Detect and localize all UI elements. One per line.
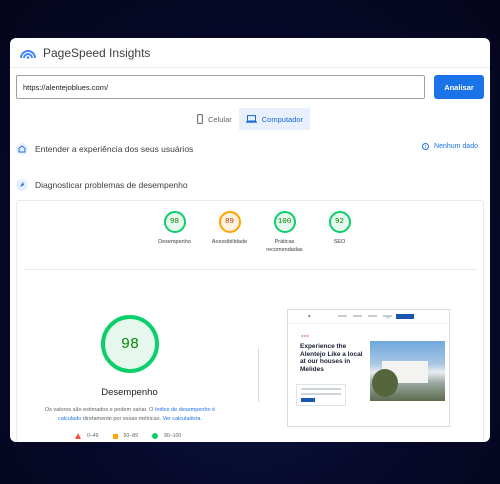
info-icon: i <box>422 143 430 150</box>
legend-range: 50–89 <box>123 433 138 439</box>
score-legend: 0–49 50–89 90–100 <box>75 433 195 439</box>
users-icon <box>16 143 28 155</box>
pagespeed-logo-icon <box>20 49 36 59</box>
top-bar: PageSpeed Insights <box>10 38 490 68</box>
phone-icon <box>197 114 203 124</box>
preview-links <box>338 315 392 317</box>
tab-mobile-label: Celular <box>208 114 232 124</box>
note-text: Os valores são estimados e podem variar.… <box>44 407 154 413</box>
experience-section: Entender a experiência dos seus usuários… <box>16 143 484 155</box>
url-form: https://alentejoblues.com/ Analisar <box>16 75 484 99</box>
laptop-icon <box>245 115 257 123</box>
note-text-middle: diretamente por essas métricas. <box>82 416 162 422</box>
no-data-link[interactable]: i Nenhum dado <box>422 143 478 150</box>
diagnose-section: Diagnosticar problemas de desempenho <box>16 179 484 191</box>
score-label: SEO <box>333 239 346 245</box>
page-screenshot-preview: ◆ ★★★ Experience the Alentejo Like a loc… <box>287 309 450 427</box>
performance-note: Os valores são estimados e podem variar.… <box>39 406 221 424</box>
score-gauge: 89 <box>218 211 241 233</box>
vertical-divider <box>258 347 259 402</box>
legend-range: 0–49 <box>87 433 99 439</box>
diagnose-title: Diagnosticar problemas de desempenho <box>35 180 188 190</box>
preview-nav: ◆ <box>288 310 449 324</box>
url-input[interactable]: https://alentejoblues.com/ <box>16 75 425 99</box>
score-label: Acessibilidade <box>211 239 248 245</box>
legend-poor: 0–49 <box>75 433 99 439</box>
score-seo[interactable]: 92 SEO <box>312 211 367 271</box>
tree-shape <box>372 369 398 397</box>
square-icon <box>112 433 118 439</box>
score-best-practices[interactable]: 100 Práticas recomendadas <box>257 211 312 271</box>
preview-logo-icon: ◆ <box>308 314 311 318</box>
tab-desktop-label: Computador <box>261 114 304 124</box>
legend-range: 90–100 <box>163 433 182 439</box>
experience-title: Entender a experiência dos seus usuários <box>35 144 194 154</box>
legend-good: 90–100 <box>151 433 182 439</box>
diagnose-panel: 98 Desempenho 89 Acessibilidade 100 Prát… <box>16 200 484 442</box>
no-data-label: Nenhum dado <box>434 143 478 150</box>
preview-flag-icon <box>386 315 390 318</box>
score-summary: 98 Desempenho 89 Acessibilidade 100 Prát… <box>147 211 367 271</box>
score-gauge: 100 <box>273 211 296 233</box>
device-tabs: Celular Computador <box>190 108 311 130</box>
diagnose-icon <box>16 179 28 191</box>
preview-cta <box>396 314 414 319</box>
tab-desktop[interactable]: Computador <box>238 108 311 130</box>
circle-icon <box>151 433 158 439</box>
score-label: Desempenho <box>158 239 191 245</box>
tab-mobile[interactable]: Celular <box>190 108 239 130</box>
calculator-link[interactable]: Ver calculadora. <box>163 416 202 422</box>
pagespeed-window: PageSpeed Insights https://alentejoblues… <box>10 38 490 442</box>
score-label: Práticas recomendadas <box>266 239 303 253</box>
app-title: PageSpeed Insights <box>43 45 151 60</box>
preview-booking-card <box>296 384 346 406</box>
divider <box>23 269 477 270</box>
score-performance[interactable]: 98 Desempenho <box>147 211 202 271</box>
score-gauge: 92 <box>328 211 351 233</box>
analyze-button[interactable]: Analisar <box>434 75 484 99</box>
preview-badge-icon: ★★★ <box>301 334 310 338</box>
performance-title: Desempenho <box>101 387 158 398</box>
score-gauge: 98 <box>163 211 186 233</box>
performance-gauge: 98 <box>101 315 159 373</box>
triangle-icon <box>75 433 81 439</box>
preview-headline: Experience the Alentejo Like a local at … <box>300 343 363 373</box>
legend-average: 50–89 <box>112 433 138 439</box>
preview-house-image <box>370 341 445 401</box>
score-accessibility[interactable]: 89 Acessibilidade <box>202 211 257 271</box>
